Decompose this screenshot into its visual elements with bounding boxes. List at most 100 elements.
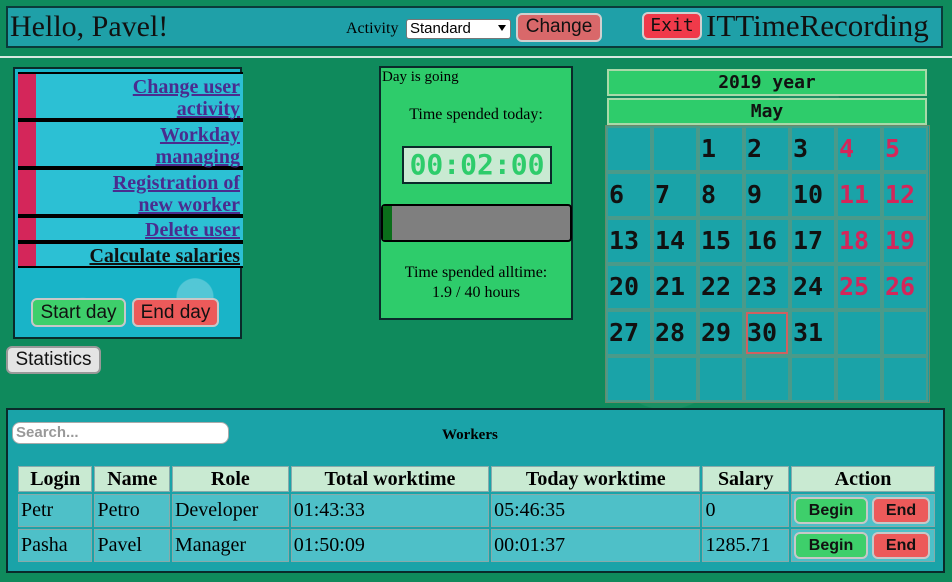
- calendar-day[interactable]: 4: [836, 126, 882, 172]
- cell-role: Manager: [171, 529, 289, 562]
- begin-button[interactable]: Begin: [794, 497, 868, 524]
- calendar-empty-cell: [836, 310, 882, 356]
- calendar-empty-cell: [652, 126, 698, 172]
- timer-panel: Day is going Time spended today: 00:02:0…: [379, 66, 573, 320]
- calendar-day[interactable]: 10: [790, 172, 836, 218]
- calendar-empty-cell: [790, 356, 836, 402]
- app-title: ITTimeRecording: [706, 8, 929, 43]
- cell-salary: 0: [702, 494, 789, 527]
- calendar-day[interactable]: 7: [652, 172, 698, 218]
- calendar-day[interactable]: 9: [744, 172, 790, 218]
- column-header-login: Login: [18, 466, 93, 492]
- change-activity-button[interactable]: Change: [516, 13, 602, 42]
- statistics-button[interactable]: Statistics: [6, 346, 101, 374]
- calendar-day[interactable]: 12: [882, 172, 928, 218]
- calendar-day[interactable]: 27: [606, 310, 652, 356]
- calendar-day[interactable]: 11: [836, 172, 882, 218]
- column-header-action: Action: [791, 466, 935, 492]
- menu-item-workday-managing[interactable]: Workday managing: [18, 120, 243, 168]
- calendar-empty-cell: [606, 356, 652, 402]
- calendar-day[interactable]: 6: [606, 172, 652, 218]
- cell-total-worktime: 01:50:09: [290, 529, 490, 562]
- activity-select[interactable]: Standard: [406, 19, 511, 39]
- calendar-day[interactable]: 20: [606, 264, 652, 310]
- calendar-day[interactable]: 16: [744, 218, 790, 264]
- calendar-empty-cell: [606, 126, 652, 172]
- calendar-day[interactable]: 14: [652, 218, 698, 264]
- menu-link-change-user-activity[interactable]: Change user activity: [133, 76, 240, 120]
- calendar-day[interactable]: 28: [652, 310, 698, 356]
- menu-link-line: new worker: [138, 194, 240, 216]
- calendar-day[interactable]: 3: [790, 126, 836, 172]
- menu-item-registration[interactable]: Registration of new worker: [18, 168, 243, 216]
- menu-link-line: activity: [176, 98, 240, 120]
- menu-link-registration[interactable]: Registration of new worker: [113, 172, 240, 216]
- menu-link-line: Registration of: [112, 172, 240, 194]
- calendar-day[interactable]: 13: [606, 218, 652, 264]
- activity-label: Activity: [346, 20, 399, 37]
- calendar-day[interactable]: 15: [698, 218, 744, 264]
- cell-name: Petro: [94, 494, 170, 527]
- cell-total-worktime: 01:43:33: [290, 494, 490, 527]
- cell-login: Petr: [18, 494, 93, 527]
- cell-salary: 1285.71: [702, 529, 789, 562]
- calendar-day[interactable]: 21: [652, 264, 698, 310]
- calendar-day[interactable]: 2: [744, 126, 790, 172]
- calendar-day[interactable]: 1: [698, 126, 744, 172]
- menu-link-line: managing: [155, 146, 240, 168]
- end-button[interactable]: End: [872, 532, 930, 559]
- column-header-total-worktime: Total worktime: [290, 466, 490, 492]
- cell-today-worktime: 00:01:37: [491, 529, 701, 562]
- greeting-text: Hello, Pavel!: [10, 10, 169, 43]
- menu-link-calculate-salaries[interactable]: Calculate salaries: [89, 245, 240, 267]
- search-input[interactable]: Search...: [12, 422, 229, 444]
- menu-item-change-user-activity[interactable]: Change user activity: [18, 72, 243, 120]
- calendar-day[interactable]: 5: [882, 126, 928, 172]
- workers-title: Workers: [442, 427, 498, 443]
- calendar-day[interactable]: 23: [744, 264, 790, 310]
- header-bar: Hello, Pavel! Activity Standard Change E…: [6, 6, 943, 48]
- menu-item-marker: [18, 122, 36, 166]
- calendar-empty-cell: [652, 356, 698, 402]
- end-button[interactable]: End: [872, 497, 930, 524]
- menu-link-workday-managing[interactable]: Workday managing: [156, 124, 240, 168]
- activity-selected-value: Standard: [410, 20, 471, 37]
- calendar-day[interactable]: 19: [882, 218, 928, 264]
- menu-item-marker: [18, 170, 36, 214]
- progress-fill: [383, 206, 392, 240]
- menu-item-delete-user[interactable]: Delete user: [18, 216, 243, 242]
- cell-action: Begin End: [791, 494, 935, 527]
- menu-item-calculate-salaries[interactable]: Calculate salaries: [18, 242, 243, 268]
- menu-link-delete-user[interactable]: Delete user: [145, 219, 240, 241]
- calendar-day[interactable]: 31: [790, 310, 836, 356]
- table-row: Pasha Pavel Manager 01:50:09 00:01:37 12…: [18, 529, 935, 562]
- work-progress-bar: [381, 204, 572, 242]
- cell-name: Pavel: [94, 529, 170, 562]
- workers-table: Login Name Role Total worktime Today wor…: [16, 464, 937, 564]
- spent-alltime-label: Time spended alltime:: [404, 264, 548, 281]
- table-header-row: Login Name Role Total worktime Today wor…: [18, 466, 935, 492]
- calendar-day[interactable]: 18: [836, 218, 882, 264]
- menu-link-line: Workday: [159, 124, 240, 146]
- chevron-down-icon: [498, 25, 506, 31]
- exit-button[interactable]: Exit: [642, 12, 702, 40]
- calendar-day[interactable]: 22: [698, 264, 744, 310]
- workers-panel: Search... Workers Login Name Role Total …: [6, 408, 945, 573]
- calendar-empty-cell: [698, 356, 744, 402]
- calendar-day[interactable]: 17: [790, 218, 836, 264]
- calendar-day-today[interactable]: 30: [744, 310, 790, 356]
- calendar-day[interactable]: 8: [698, 172, 744, 218]
- end-day-button[interactable]: End day: [132, 298, 219, 327]
- begin-button[interactable]: Begin: [794, 532, 868, 559]
- calendar-day[interactable]: 29: [698, 310, 744, 356]
- calendar-day[interactable]: 25: [836, 264, 882, 310]
- column-header-name: Name: [94, 466, 170, 492]
- column-header-salary: Salary: [702, 466, 789, 492]
- start-day-button[interactable]: Start day: [31, 298, 126, 327]
- calendar-day[interactable]: 26: [882, 264, 928, 310]
- column-header-role: Role: [171, 466, 289, 492]
- cell-action: Begin End: [791, 529, 935, 562]
- calendar-day[interactable]: 24: [790, 264, 836, 310]
- spent-alltime: Time spended alltime: 1.9 / 40 hours: [381, 263, 571, 303]
- calendar-empty-cell: [836, 356, 882, 402]
